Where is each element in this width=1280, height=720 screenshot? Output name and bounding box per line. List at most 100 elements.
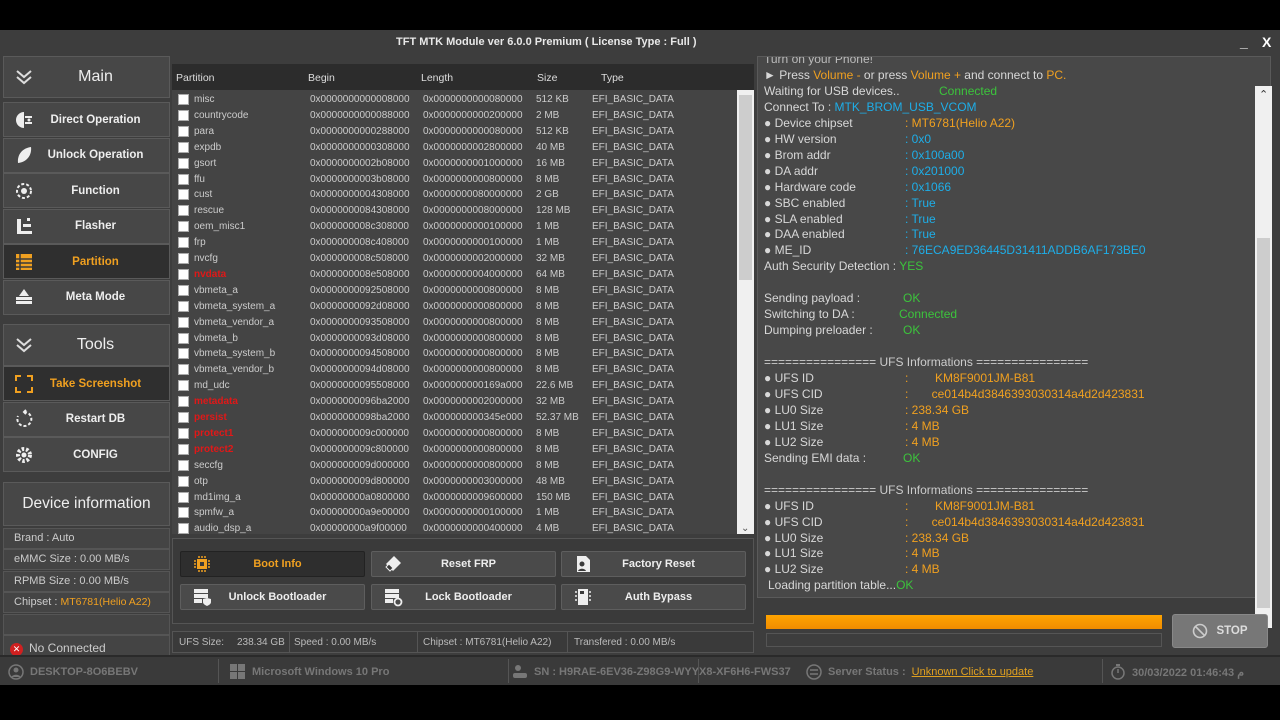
log-scrollbar-thumb[interactable] <box>1257 238 1270 608</box>
table-row[interactable]: vbmeta_vendor_a 0x0000000093508000 0x00000… <box>172 315 737 331</box>
minimize-button[interactable]: _ <box>1240 34 1248 50</box>
log-scrollbar[interactable]: ⌃ ⌄ <box>1255 86 1272 628</box>
table-row[interactable]: vbmeta_vendor_b 0x0000000094d08000 0x00000… <box>172 362 737 378</box>
column-type[interactable]: Type <box>601 72 624 84</box>
row-checkbox[interactable] <box>178 316 189 328</box>
table-row[interactable]: md1img_a 0x00000000a0800000 0x000000000960… <box>172 490 737 506</box>
table-row[interactable]: nvcfg 0x000000008c508000 0x000000000200000… <box>172 251 737 267</box>
table-row[interactable]: misc 0x0000000000008000 0x0000000000080000… <box>172 92 737 108</box>
scroll-up-icon[interactable]: ⌃ <box>1259 88 1268 101</box>
table-row[interactable]: persist 0x0000000098ba2000 0x000000000345e… <box>172 410 737 426</box>
table-row[interactable]: oem_misc1 0x000000008c308000 0x00000000001… <box>172 219 737 235</box>
row-checkbox[interactable] <box>178 348 189 360</box>
sidebar-item-unlock-operation[interactable]: Unlock Operation <box>3 137 170 173</box>
log-value: OK <box>903 450 921 465</box>
table-row[interactable]: otp 0x000000009d800000 0x0000000003000000 4… <box>172 474 737 490</box>
table-scrollbar[interactable]: ⌄ <box>737 90 754 534</box>
row-checkbox[interactable] <box>178 125 189 137</box>
row-checkbox[interactable] <box>178 268 189 280</box>
row-checkbox[interactable] <box>178 459 189 471</box>
row-checkbox[interactable] <box>178 141 189 153</box>
table-row[interactable]: ffu 0x0000000003b08000 0x0000000000800000 8… <box>172 172 737 188</box>
server-update-link[interactable]: Unknown Click to update <box>912 666 1034 678</box>
table-row[interactable]: nvdata 0x000000008e508000 0x00000000040000… <box>172 267 737 283</box>
reset-frp-button[interactable]: Reset FRP <box>371 551 556 577</box>
column-partition[interactable]: Partition <box>176 72 215 84</box>
row-checkbox[interactable] <box>178 109 189 121</box>
sidebar-header-main[interactable]: Main <box>3 56 170 98</box>
table-row[interactable]: md_udc 0x0000000095508000 0x000000000169a0… <box>172 378 737 394</box>
scroll-down-icon[interactable]: ⌄ <box>741 523 749 534</box>
sidebar-tool-take-screenshot[interactable]: Take Screenshot <box>3 366 170 401</box>
table-row[interactable]: rescue 0x0000000084308000 0x00000000080000… <box>172 203 737 219</box>
sidebar-tool-config[interactable]: CONFIG <box>3 437 170 472</box>
status-bar: UFS Size: 238.34 GB Speed : 0.00 MB/s Ch… <box>172 631 754 653</box>
partition-type: EFI_BASIC_DATA <box>592 157 674 169</box>
table-row[interactable]: vbmeta_system_b 0x0000000094508000 0x00000… <box>172 346 737 362</box>
table-row[interactable]: expdb 0x0000000000308000 0x000000000280000… <box>172 140 737 156</box>
table-row[interactable]: countrycode 0x0000000000088000 0x000000000… <box>172 108 737 124</box>
row-checkbox[interactable] <box>178 412 189 423</box>
row-checkbox[interactable] <box>178 475 189 487</box>
log-fragment: and connect to <box>960 67 1047 82</box>
table-row[interactable]: spmfw_a 0x00000000a9e00000 0x0000000000100… <box>172 505 737 521</box>
partition-type: EFI_BASIC_DATA <box>592 459 674 471</box>
table-row[interactable]: gsort 0x0000000002b08000 0x000000000100000… <box>172 156 737 172</box>
row-checkbox[interactable] <box>178 332 189 344</box>
stop-button[interactable]: STOP <box>1172 614 1268 648</box>
lock-bootloader-button[interactable]: Lock Bootloader <box>371 584 556 610</box>
row-checkbox[interactable] <box>178 364 189 376</box>
table-row[interactable]: para 0x0000000000288000 0x0000000000080000… <box>172 124 737 140</box>
row-checkbox[interactable] <box>178 284 189 296</box>
partition-size: 32 MB <box>536 253 565 264</box>
sidebar-item-direct-operation[interactable]: Direct Operation <box>3 102 170 137</box>
column-length[interactable]: Length <box>421 72 453 84</box>
table-scrollbar-thumb[interactable] <box>739 95 752 280</box>
row-checkbox[interactable] <box>178 300 189 312</box>
row-checkbox[interactable] <box>178 157 189 169</box>
partition-type: EFI_BASIC_DATA <box>592 173 674 185</box>
table-row[interactable]: vbmeta_b 0x0000000093d08000 0x000000000080… <box>172 331 737 347</box>
column-begin[interactable]: Begin <box>308 72 335 84</box>
sidebar-item-partition[interactable]: Partition <box>3 244 170 279</box>
restart-icon <box>14 409 34 429</box>
flasher-icon <box>14 216 34 236</box>
row-checkbox[interactable] <box>178 443 189 455</box>
row-checkbox[interactable] <box>178 523 189 534</box>
row-checkbox[interactable] <box>178 427 189 439</box>
table-row[interactable]: seccfg 0x000000009d000000 0x00000000008000… <box>172 458 737 474</box>
table-row[interactable]: frp 0x000000008c408000 0x0000000000100000 1… <box>172 235 737 251</box>
unlock-bootloader-button[interactable]: Unlock Bootloader <box>180 584 365 610</box>
sidebar-item-function[interactable]: Function <box>3 173 170 208</box>
column-size[interactable]: Size <box>537 72 557 84</box>
row-checkbox[interactable] <box>178 189 189 201</box>
row-checkbox[interactable] <box>178 507 189 519</box>
factory-reset-button[interactable]: Factory Reset <box>561 551 746 577</box>
sidebar-header-tools[interactable]: Tools <box>3 324 170 366</box>
table-row[interactable]: cust 0x0000000004308000 0x0000000080000000… <box>172 187 737 203</box>
table-row[interactable]: vbmeta_a 0x0000000092508000 0x000000000080… <box>172 283 737 299</box>
row-checkbox[interactable] <box>178 173 189 185</box>
partition-length: 0x0000000000080000 <box>423 125 523 137</box>
table-row[interactable]: protect2 0x000000009c800000 0x000000000080… <box>172 442 737 458</box>
sidebar-item-flasher[interactable]: Flasher <box>3 208 170 244</box>
row-checkbox[interactable] <box>178 253 189 264</box>
table-row[interactable]: audio_dsp_a 0x00000000a9f00000 0x000000000… <box>172 521 737 534</box>
sidebar-tool-restart-db[interactable]: Restart DB <box>3 401 170 437</box>
row-checkbox[interactable] <box>178 380 189 392</box>
partition-begin: 0x000000009c000000 <box>310 427 409 439</box>
row-checkbox[interactable] <box>178 237 189 249</box>
row-checkbox[interactable] <box>178 221 189 233</box>
partition-size: 8 MB <box>536 348 560 360</box>
row-checkbox[interactable] <box>178 94 189 105</box>
sidebar-item-meta-mode[interactable]: Meta Mode <box>3 279 170 315</box>
row-checkbox[interactable] <box>178 396 189 408</box>
table-row[interactable]: vbmeta_system_a 0x0000000092d08000 0x00000… <box>172 299 737 315</box>
table-row[interactable]: protect1 0x000000009c000000 0x000000000080… <box>172 426 737 442</box>
close-button[interactable]: X <box>1262 34 1271 50</box>
row-checkbox[interactable] <box>178 205 189 217</box>
auth-bypass-button[interactable]: Auth Bypass <box>561 584 746 610</box>
row-checkbox[interactable] <box>178 491 189 503</box>
table-row[interactable]: metadata 0x0000000096ba2000 0x000000000200… <box>172 394 737 410</box>
boot-info-button[interactable]: Boot Info <box>180 551 365 577</box>
